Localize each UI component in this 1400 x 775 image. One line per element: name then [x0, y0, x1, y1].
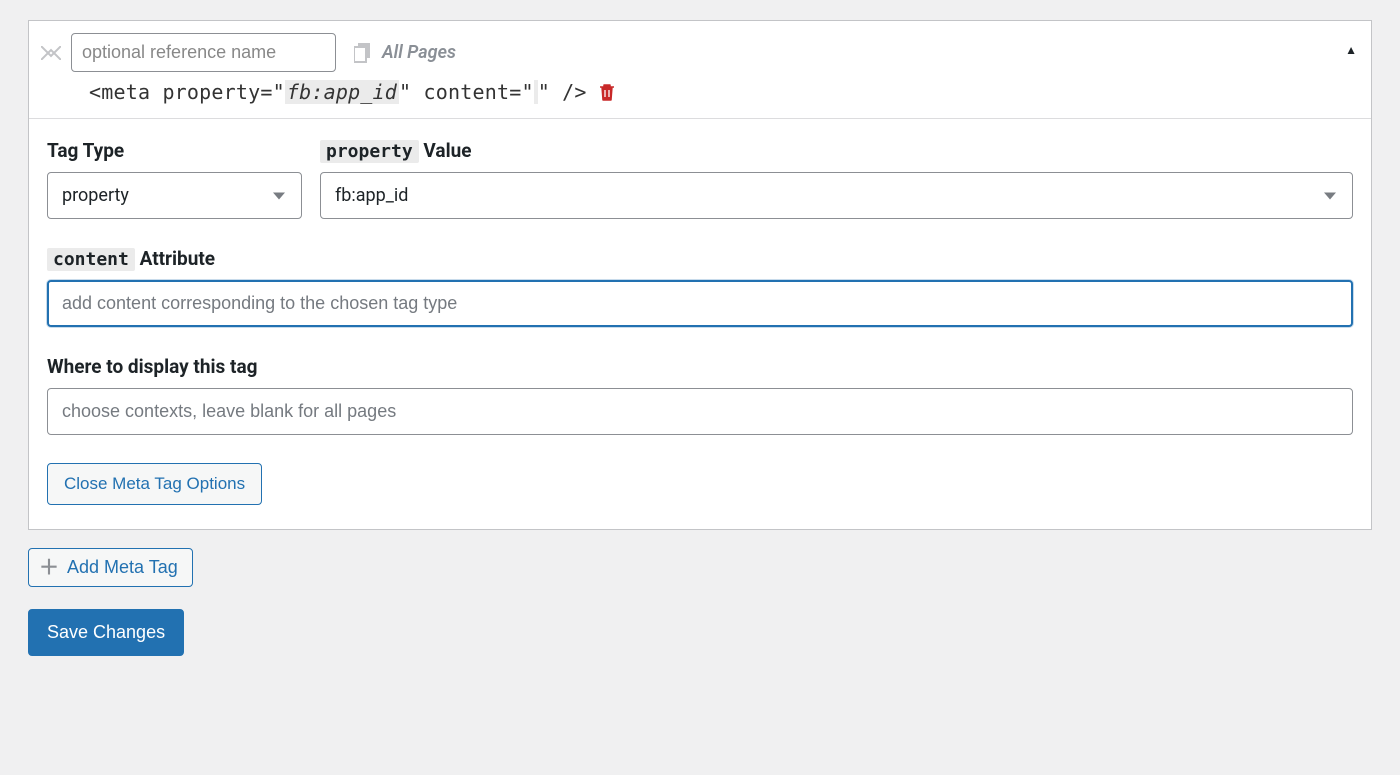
code-preview-row: <meta property="fb:app_id" content="" /> — [29, 80, 1371, 118]
add-meta-tag-label: Add Meta Tag — [67, 557, 178, 578]
content-attribute-input[interactable] — [47, 280, 1353, 327]
property-value-select[interactable]: fb:app_id — [320, 172, 1353, 219]
plus-icon: ＋ — [39, 558, 59, 578]
collapse-toggle[interactable]: ▲ — [1345, 43, 1357, 57]
code-suffix: " /> — [538, 80, 587, 104]
tag-type-label: Tag Type — [47, 139, 302, 162]
property-value-label: property Value — [320, 139, 1353, 162]
reference-name-input[interactable] — [71, 33, 336, 72]
property-value-suffix: Value — [419, 139, 472, 162]
bottom-controls: ＋ Add Meta Tag Save Changes — [28, 548, 1372, 656]
code-middle: " content=" — [399, 80, 534, 104]
trash-icon[interactable] — [599, 83, 615, 101]
code-prefix: <meta property=" — [89, 80, 285, 104]
code-preview: <meta property="fb:app_id" content="" /> — [89, 80, 587, 104]
property-value-pill: property — [320, 140, 419, 163]
content-attr-pill: content — [47, 248, 135, 271]
tag-type-value: property — [62, 185, 129, 206]
tag-type-select[interactable]: property — [47, 172, 302, 219]
all-pages-label: All Pages — [382, 42, 456, 63]
contexts-label: Where to display this tag — [47, 355, 1353, 378]
code-property-value: fb:app_id — [285, 80, 399, 104]
content-attr-suffix: Attribute — [135, 247, 215, 270]
panel-header: All Pages ▲ — [29, 21, 1371, 80]
pages-icon — [354, 43, 372, 63]
content-attribute-label: content Attribute — [47, 247, 1353, 270]
add-meta-tag-button[interactable]: ＋ Add Meta Tag — [28, 548, 193, 587]
panel-body: Tag Type property property Value fb:app_… — [29, 118, 1371, 529]
property-value-text: fb:app_id — [335, 185, 408, 206]
save-changes-button[interactable]: Save Changes — [28, 609, 184, 656]
close-options-button[interactable]: Close Meta Tag Options — [47, 463, 262, 505]
meta-tag-panel: All Pages ▲ <meta property="fb:app_id" c… — [28, 20, 1372, 530]
contexts-input[interactable] — [47, 388, 1353, 435]
drag-handle-icon[interactable] — [41, 46, 61, 60]
